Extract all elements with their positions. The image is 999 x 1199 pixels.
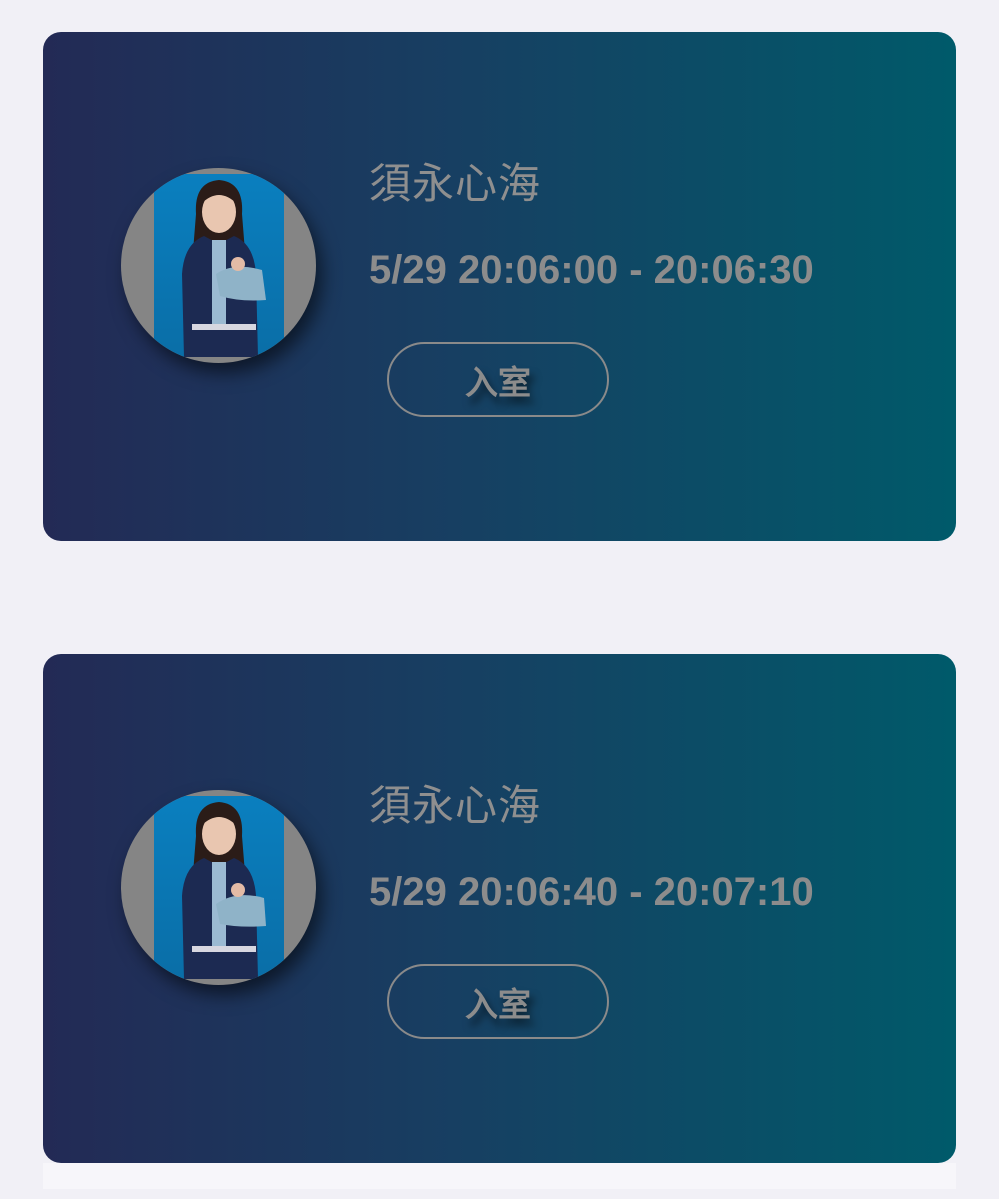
member-name: 須永心海 <box>369 159 542 208</box>
session-card: 須永心海 5/29 20:06:40 - 20:07:10 入室 <box>43 654 956 1163</box>
member-photo-icon <box>154 796 284 979</box>
session-time-range: 5/29 20:06:40 - 20:07:10 <box>369 870 814 914</box>
member-photo-icon <box>154 174 284 357</box>
enter-room-label: 入室 <box>465 984 531 1024</box>
enter-room-label: 入室 <box>465 362 531 402</box>
next-card-edge <box>43 1163 956 1189</box>
member-name: 須永心海 <box>369 781 542 830</box>
session-list: 須永心海 5/29 20:06:00 - 20:06:30 入室 須永心海 5/… <box>0 0 999 1199</box>
session-card: 須永心海 5/29 20:06:00 - 20:06:30 入室 <box>43 32 956 541</box>
enter-room-button[interactable]: 入室 <box>387 964 609 1039</box>
enter-room-button[interactable]: 入室 <box>387 342 609 417</box>
member-avatar <box>121 790 316 985</box>
member-avatar <box>121 168 316 363</box>
session-time-range: 5/29 20:06:00 - 20:06:30 <box>369 248 814 292</box>
